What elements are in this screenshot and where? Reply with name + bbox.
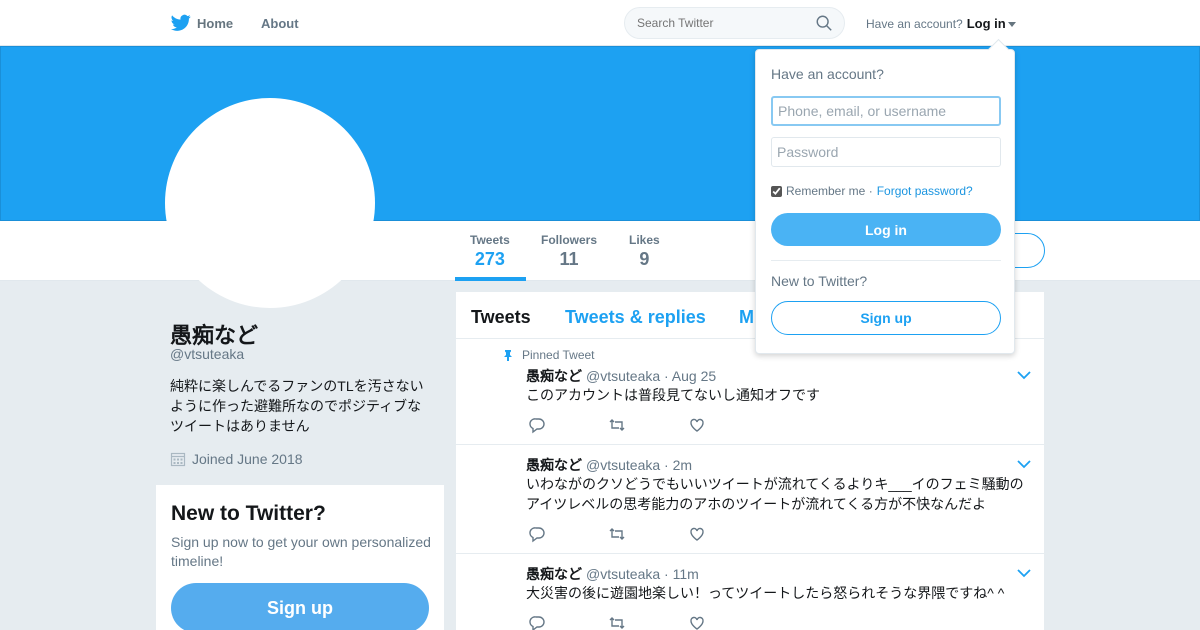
tweet-text: 大災害の後に遊園地楽しい！ってツイートしたら怒られそうな界隈ですね^ ^	[526, 585, 1005, 601]
tweet-author-name[interactable]: 愚痴など	[526, 566, 582, 582]
tweet[interactable]: 愚痴など @vtsuteaka · 2m いわながのクソどうでもいいツイートが流れ…	[456, 445, 1044, 554]
joined-date: Joined June 2018	[170, 451, 303, 467]
top-navigation-bar: Home About Have an account? Log in	[0, 0, 1200, 46]
have-account-text: Have an account?	[866, 17, 963, 31]
stat-value: 273	[474, 249, 505, 269]
tweet[interactable]: 愚痴など @vtsuteaka · 11m 大災害の後に遊園地楽しい！ってツイート…	[456, 554, 1044, 630]
reply-icon[interactable]	[528, 416, 546, 434]
signup-card: New to Twitter? Sign up now to get your …	[156, 485, 444, 630]
remember-row: Remember me · Forgot password?	[771, 184, 973, 198]
tab-tweets[interactable]: Tweets	[471, 307, 531, 328]
nav-home-link[interactable]: Home	[197, 16, 233, 31]
stat-label: Likes	[629, 233, 660, 247]
tweet-author-name[interactable]: 愚痴など	[526, 457, 582, 473]
divider	[771, 260, 1001, 261]
chevron-down-icon[interactable]	[1017, 459, 1031, 469]
stat-value: 9	[639, 249, 650, 269]
pinned-label: Pinned Tweet	[502, 348, 595, 362]
tweet-header: 愚痴など @vtsuteaka · Aug 25	[526, 366, 716, 386]
stat-label: Followers	[541, 233, 598, 247]
signup-button[interactable]: Sign up	[171, 583, 429, 630]
pin-icon	[504, 350, 512, 361]
tweet-meta[interactable]: @vtsuteaka · 2m	[586, 457, 692, 473]
profile-handle[interactable]: @vtsuteaka	[170, 346, 244, 362]
remember-me-checkbox[interactable]	[771, 185, 782, 197]
username-input[interactable]	[771, 96, 1001, 126]
reply-icon[interactable]	[528, 525, 546, 543]
nav-about-link[interactable]: About	[261, 16, 299, 31]
tweet-meta[interactable]: @vtsuteaka · Aug 25	[586, 368, 716, 384]
chevron-down-icon[interactable]	[1017, 370, 1031, 380]
stat-tweets[interactable]: Tweets 273	[470, 233, 510, 270]
stat-value: 11	[559, 249, 579, 269]
tweet[interactable]: Pinned Tweet 愚痴など @vtsuteaka · Aug 25 このア…	[456, 339, 1044, 445]
pinned-text: Pinned Tweet	[522, 348, 595, 362]
active-stat-indicator	[455, 277, 526, 281]
like-icon[interactable]	[688, 416, 706, 434]
new-to-twitter-label: New to Twitter?	[771, 273, 868, 289]
tweet-text: いわながのクソどうでもいいツイートが流れてくるよりキ___イのフェミ騒動のアイツ…	[526, 476, 1024, 512]
tweet-actions	[528, 416, 768, 434]
retweet-icon[interactable]	[608, 416, 626, 434]
tweet-text: このアカウントは普段見てないし通知オフです	[526, 387, 820, 403]
profile-bio: 純粋に楽しんでるファンのTLを汚さないように作った避難所なのでポジティブなツイー…	[170, 378, 424, 434]
twitter-bird-icon[interactable]	[171, 14, 191, 32]
login-button[interactable]: Log in	[771, 213, 1001, 246]
retweet-icon[interactable]	[608, 525, 626, 543]
chevron-down-icon[interactable]	[1017, 568, 1031, 578]
login-menu-button[interactable]: Log in	[967, 16, 1006, 31]
login-dropdown-title: Have an account?	[771, 66, 884, 82]
stat-followers[interactable]: Followers 11	[541, 233, 597, 270]
password-input[interactable]	[771, 137, 1001, 167]
like-icon[interactable]	[688, 614, 706, 630]
tweet-meta[interactable]: @vtsuteaka · 11m	[586, 566, 699, 582]
stat-label: Tweets	[470, 233, 510, 247]
avatar[interactable]	[165, 98, 375, 308]
search-input[interactable]	[624, 7, 845, 39]
tweet-header: 愚痴など @vtsuteaka · 2m	[526, 455, 692, 475]
chevron-down-icon[interactable]	[1007, 22, 1016, 28]
search-icon[interactable]	[815, 14, 833, 32]
retweet-icon[interactable]	[608, 614, 626, 630]
dropdown-signup-button[interactable]: Sign up	[771, 301, 1001, 335]
tweet-actions	[528, 614, 768, 630]
signup-card-text: Sign up now to get your own personalized…	[171, 534, 431, 569]
forgot-password-link[interactable]: Forgot password?	[877, 184, 973, 198]
tab-tweets-replies[interactable]: Tweets & replies	[565, 307, 706, 328]
signup-card-title: New to Twitter?	[171, 502, 326, 525]
tweet-actions	[528, 525, 768, 543]
tab-media[interactable]: M	[739, 307, 754, 328]
joined-text: Joined June 2018	[192, 451, 303, 467]
login-dropdown: Have an account? Remember me · Forgot pa…	[755, 49, 1015, 354]
tweet-header: 愚痴など @vtsuteaka · 11m	[526, 564, 699, 584]
calendar-icon	[170, 452, 186, 467]
like-icon[interactable]	[688, 525, 706, 543]
tweet-author-name[interactable]: 愚痴など	[526, 368, 582, 384]
have-account-prompt: Have an account? Log in	[866, 16, 1016, 31]
reply-icon[interactable]	[528, 614, 546, 630]
remember-me-label[interactable]: Remember me ·	[786, 184, 873, 198]
stat-likes[interactable]: Likes 9	[629, 233, 660, 270]
